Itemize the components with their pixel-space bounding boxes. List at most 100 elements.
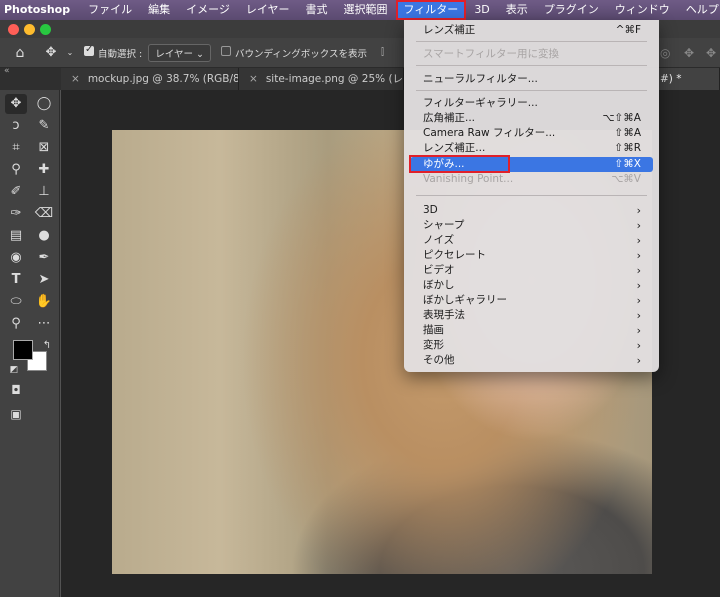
tab-site-image[interactable]: × site-image.png @ 25% (レイヤー (239, 68, 404, 90)
menu-item-noise[interactable]: ノイズ › (410, 233, 653, 248)
menu-item-shortcut: ^⌘F (615, 24, 641, 36)
menu-item-adaptive-wide-angle[interactable]: 広角補正... ⌥⇧⌘A (410, 111, 653, 126)
submenu-arrow-icon: › (636, 324, 641, 337)
menu-edit[interactable]: 編集 (140, 0, 178, 20)
default-colors-icon[interactable]: ◩ (3, 360, 25, 380)
menu-item-lens-correction[interactable]: レンズ補正... ⇧⌘R (410, 141, 653, 156)
menu-item-label: フィルターギャラリー... (423, 97, 538, 109)
home-icon[interactable]: ⌂ (0, 45, 40, 61)
tab-title: #) * (660, 73, 682, 85)
menu-item-shortcut: ⇧⌘R (614, 142, 641, 154)
pen-tool-icon[interactable]: ✒ (33, 248, 55, 268)
menu-view[interactable]: 表示 (498, 0, 536, 20)
menu-3d[interactable]: 3D (466, 0, 497, 20)
submenu-arrow-icon: › (636, 234, 641, 247)
menu-item-pixelate[interactable]: ピクセレート › (410, 248, 653, 263)
close-tab-icon[interactable]: × (71, 73, 80, 85)
menu-image[interactable]: イメージ (178, 0, 238, 20)
chevron-down-icon: ⌄ (195, 48, 204, 60)
3d-orbit-icon[interactable]: ◎ (660, 46, 670, 60)
menu-item-label: スマートフィルター用に変換 (423, 48, 559, 60)
menu-item-stylize[interactable]: 表現手法 › (410, 308, 653, 323)
minimize-window-button[interactable] (24, 24, 35, 35)
menu-help[interactable]: ヘルプ (678, 0, 720, 20)
menu-item-label: ノイズ (423, 234, 455, 246)
close-tab-icon[interactable]: × (249, 73, 258, 85)
history-brush-tool-icon[interactable]: ✑ (5, 204, 27, 224)
marquee-tool-icon[interactable]: ◯ (33, 94, 55, 114)
more-tools-icon[interactable]: ⋯ (33, 314, 55, 334)
lasso-tool-icon[interactable]: ↄ (5, 116, 27, 136)
auto-select-checkbox[interactable] (84, 44, 98, 59)
blur-tool-icon[interactable]: ● (33, 226, 55, 246)
stamp-tool-icon[interactable]: ⊥ (33, 182, 55, 202)
gradient-tool-icon[interactable]: ▤ (5, 226, 27, 246)
submenu-arrow-icon: › (636, 264, 641, 277)
menu-item-label: 3D (423, 204, 438, 216)
menu-item-render[interactable]: 描画 › (410, 323, 653, 338)
healing-brush-tool-icon[interactable]: ✚ (33, 160, 55, 180)
close-window-button[interactable] (8, 24, 19, 35)
menu-window[interactable]: ウィンドウ (607, 0, 678, 20)
menu-item-shortcut: ⌥⌘V (611, 173, 641, 185)
checkbox-unchecked-icon (220, 46, 231, 56)
menu-item-neural-filters[interactable]: ニューラルフィルター... (410, 72, 653, 87)
menu-file[interactable]: ファイル (80, 0, 140, 20)
brush-tool-icon[interactable]: ✐ (5, 182, 27, 202)
layer-select-dropdown[interactable]: レイヤー ⌄ (148, 43, 211, 62)
menu-item-label: シャープ (423, 219, 465, 231)
collapse-panel-icon[interactable]: « (4, 66, 10, 76)
frame-tool-icon[interactable]: ⊠ (33, 138, 55, 158)
menu-item-other[interactable]: その他 › (410, 353, 653, 368)
menu-item-label: Camera Raw フィルター... (423, 127, 556, 139)
menu-item-filter-gallery[interactable]: フィルターギャラリー... (410, 96, 653, 111)
3d-slide-icon[interactable]: ✥ (706, 46, 716, 60)
move-tool-icon[interactable]: ✥ (40, 45, 62, 60)
menu-item-shortcut: ⌥⇧⌘A (602, 112, 641, 124)
crop-tool-icon[interactable]: ⌗ (5, 138, 27, 158)
align-left-icon[interactable]: ⫿ (381, 47, 384, 58)
shape-tool-icon[interactable]: ⬭ (5, 292, 27, 312)
menu-select[interactable]: 選択範囲 (336, 0, 396, 20)
menu-item-label: レンズ補正 (423, 24, 476, 36)
menu-item-video[interactable]: ビデオ › (410, 263, 653, 278)
submenu-arrow-icon: › (636, 204, 641, 217)
move-tool-icon[interactable]: ✥ (5, 94, 27, 114)
type-tool-icon[interactable]: T (5, 270, 27, 290)
foreground-color-swatch[interactable] (13, 340, 33, 360)
zoom-tool-icon[interactable]: ⚲ (5, 314, 27, 334)
menu-app-photoshop[interactable]: Photoshop (0, 0, 80, 20)
tab-mockup[interactable]: × mockup.jpg @ 38.7% (RGB/8... (61, 68, 239, 90)
eyedropper-tool-icon[interactable]: ⚲ (5, 160, 27, 180)
eraser-tool-icon[interactable]: ⌫ (33, 204, 55, 224)
menu-layer[interactable]: レイヤー (238, 0, 298, 20)
menu-item-distort[interactable]: 変形 › (410, 338, 653, 353)
dodge-tool-icon[interactable]: ◉ (5, 248, 27, 268)
screen-mode-icon[interactable]: ▣ (5, 404, 27, 424)
submenu-arrow-icon: › (636, 219, 641, 232)
menu-item-camera-raw-filter[interactable]: Camera Raw フィルター... ⇧⌘A (410, 126, 653, 141)
menu-item-shortcut: ⇧⌘X (614, 158, 642, 170)
chevron-down-icon[interactable]: ⌄ (62, 48, 78, 57)
menu-filter[interactable]: フィルター (395, 0, 467, 20)
path-select-tool-icon[interactable]: ➤ (33, 270, 55, 290)
submenu-arrow-icon: › (636, 279, 641, 292)
quick-select-tool-icon[interactable]: ✎ (33, 116, 55, 136)
menu-item-lens-correction-last[interactable]: レンズ補正 ^⌘F (410, 23, 653, 38)
menu-item-liquify[interactable]: ゆがみ... ⇧⌘X (410, 157, 653, 172)
menu-item-blur[interactable]: ぼかし › (410, 278, 653, 293)
zoom-window-button[interactable] (40, 24, 51, 35)
3d-pan-icon[interactable]: ✥ (684, 46, 694, 60)
filter-menu-dropdown: レンズ補正 ^⌘F スマートフィルター用に変換 ニューラルフィルター... フィ… (404, 20, 659, 372)
quick-mask-icon[interactable]: ◘ (5, 380, 27, 400)
tab-title: mockup.jpg @ 38.7% (RGB/8... (87, 73, 239, 85)
menu-item-3d[interactable]: 3D › (410, 203, 653, 218)
hand-tool-icon[interactable]: ✋ (33, 292, 55, 312)
bounding-box-checkbox[interactable] (220, 46, 235, 59)
bounding-box-label: バウンディングボックスを表示 (234, 48, 368, 60)
menu-plugins[interactable]: プラグイン (536, 0, 607, 20)
menu-item-sharpen[interactable]: シャープ › (410, 218, 653, 233)
menu-item-blur-gallery[interactable]: ぼかしギャラリー › (410, 293, 653, 308)
menu-separator (416, 90, 647, 91)
menu-type[interactable]: 書式 (298, 0, 336, 20)
